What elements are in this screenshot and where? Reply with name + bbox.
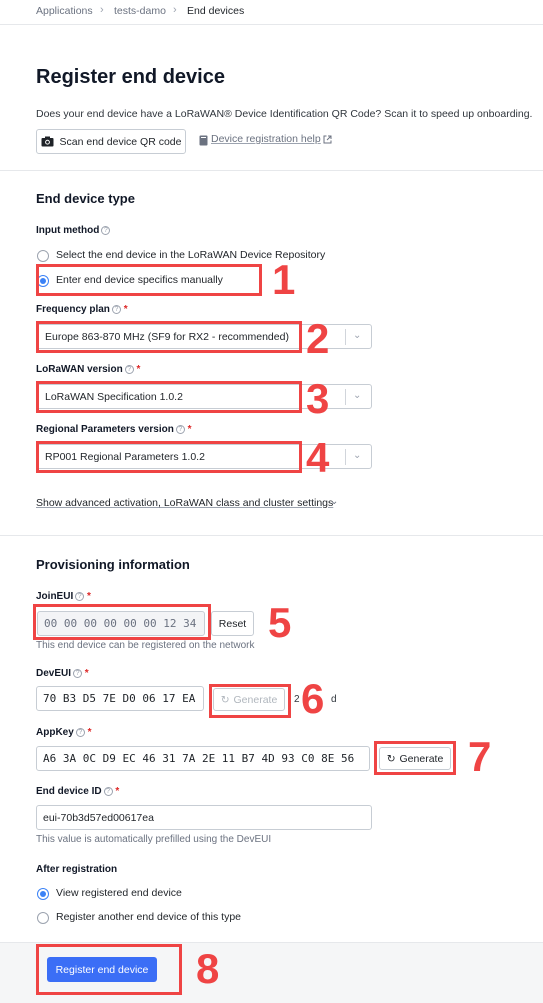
breadcrumb-end-devices[interactable]: End devices xyxy=(187,5,244,17)
dev-eui-label: DevEUI? * xyxy=(36,668,89,679)
question-circle-icon[interactable]: ? xyxy=(73,669,83,678)
breadcrumb: Applications › tests-damo › End devices xyxy=(0,0,543,25)
breadcrumb-application[interactable]: tests-damo xyxy=(114,5,166,17)
section-divider xyxy=(0,535,543,536)
section-title-device-type: End device type xyxy=(36,191,135,206)
question-circle-icon[interactable]: ? xyxy=(103,787,113,796)
chevron-down-icon: ⌄ xyxy=(353,330,362,341)
end-device-id-input[interactable]: eui-70b3d57ed00617ea xyxy=(36,805,372,830)
after-registration-label: After registration xyxy=(36,864,118,875)
annotation-box-2 xyxy=(36,321,302,353)
end-device-id-label: End device ID? * xyxy=(36,786,120,797)
lorawan-version-label: LoRaWAN version? * xyxy=(36,364,141,375)
chevron-down-icon: ⌄ xyxy=(330,496,339,507)
question-circle-icon[interactable]: ? xyxy=(111,305,121,314)
select-divider xyxy=(345,329,346,345)
breadcrumb-applications[interactable]: Applications xyxy=(36,5,93,17)
annotation-number-8: 8 xyxy=(196,945,220,992)
radio-view-device-label[interactable]: View registered end device xyxy=(56,887,182,899)
radio-repository[interactable] xyxy=(37,250,49,262)
question-circle-icon[interactable]: ? xyxy=(124,365,134,374)
radio-register-another[interactable] xyxy=(37,912,49,924)
annotation-number-2: 2 xyxy=(306,315,330,362)
breadcrumb-separator: › xyxy=(173,4,177,16)
annotation-box-3 xyxy=(36,381,302,413)
question-circle-icon[interactable]: ? xyxy=(75,728,85,737)
annotation-number-5: 5 xyxy=(268,599,292,646)
input-method-label: Input method? xyxy=(36,225,111,236)
dev-eui-input[interactable]: 70 B3 D5 7E D0 06 17 EA xyxy=(36,686,204,711)
radio-register-another-label[interactable]: Register another end device of this type xyxy=(56,911,241,923)
join-eui-reset-button[interactable]: Reset xyxy=(211,611,254,636)
app-key-label: AppKey? * xyxy=(36,727,92,738)
regional-params-label: Regional Parameters version? * xyxy=(36,424,192,435)
intro-text: Does your end device have a LoRaWAN® Dev… xyxy=(36,108,533,120)
breadcrumb-separator: › xyxy=(100,4,104,16)
annotation-number-7: 7 xyxy=(468,733,492,780)
select-divider xyxy=(345,389,346,405)
annotation-number-3: 3 xyxy=(306,375,330,422)
app-key-input[interactable]: A6 3A 0C D9 EC 46 31 7A 2E 11 B7 4D 93 C… xyxy=(36,746,370,771)
camera-icon xyxy=(41,136,53,147)
advanced-settings-link[interactable]: Show advanced activation, LoRaWAN class … xyxy=(36,497,333,509)
frequency-plan-label: Frequency plan? * xyxy=(36,304,128,315)
dev-eui-counter-suffix: d xyxy=(331,694,337,705)
radio-view-device[interactable] xyxy=(37,888,49,900)
registration-help-link[interactable]: Device registration help xyxy=(211,133,321,145)
question-circle-icon[interactable]: ? xyxy=(101,226,111,235)
dev-eui-counter: 2 xyxy=(294,694,300,705)
scan-qr-button[interactable]: Scan end device QR code xyxy=(36,129,186,154)
chevron-down-icon: ⌄ xyxy=(353,450,362,461)
page-title: Register end device xyxy=(36,66,225,88)
question-circle-icon[interactable]: ? xyxy=(75,592,85,601)
join-eui-hint: This end device can be registered on the… xyxy=(36,640,255,651)
annotation-box-4 xyxy=(36,441,302,473)
join-eui-label: JoinEUI? * xyxy=(36,591,91,602)
section-divider xyxy=(0,170,543,171)
annotation-box-7 xyxy=(374,741,456,775)
chevron-down-icon: ⌄ xyxy=(353,390,362,401)
annotation-number-4: 4 xyxy=(306,434,330,481)
annotation-box-8 xyxy=(36,944,182,995)
annotation-number-1: 1 xyxy=(272,256,296,303)
question-circle-icon[interactable]: ? xyxy=(175,425,185,434)
end-device-id-hint: This value is automatically prefilled us… xyxy=(36,834,272,845)
annotation-box-1 xyxy=(36,264,262,296)
section-title-provisioning: Provisioning information xyxy=(36,557,190,572)
external-link-icon xyxy=(323,135,332,144)
book-icon xyxy=(199,135,208,146)
annotation-number-6: 6 xyxy=(301,675,325,722)
annotation-box-5 xyxy=(33,604,211,640)
scan-qr-label: Scan end device QR code xyxy=(59,135,182,148)
select-divider xyxy=(345,449,346,465)
annotation-box-6 xyxy=(209,684,291,718)
